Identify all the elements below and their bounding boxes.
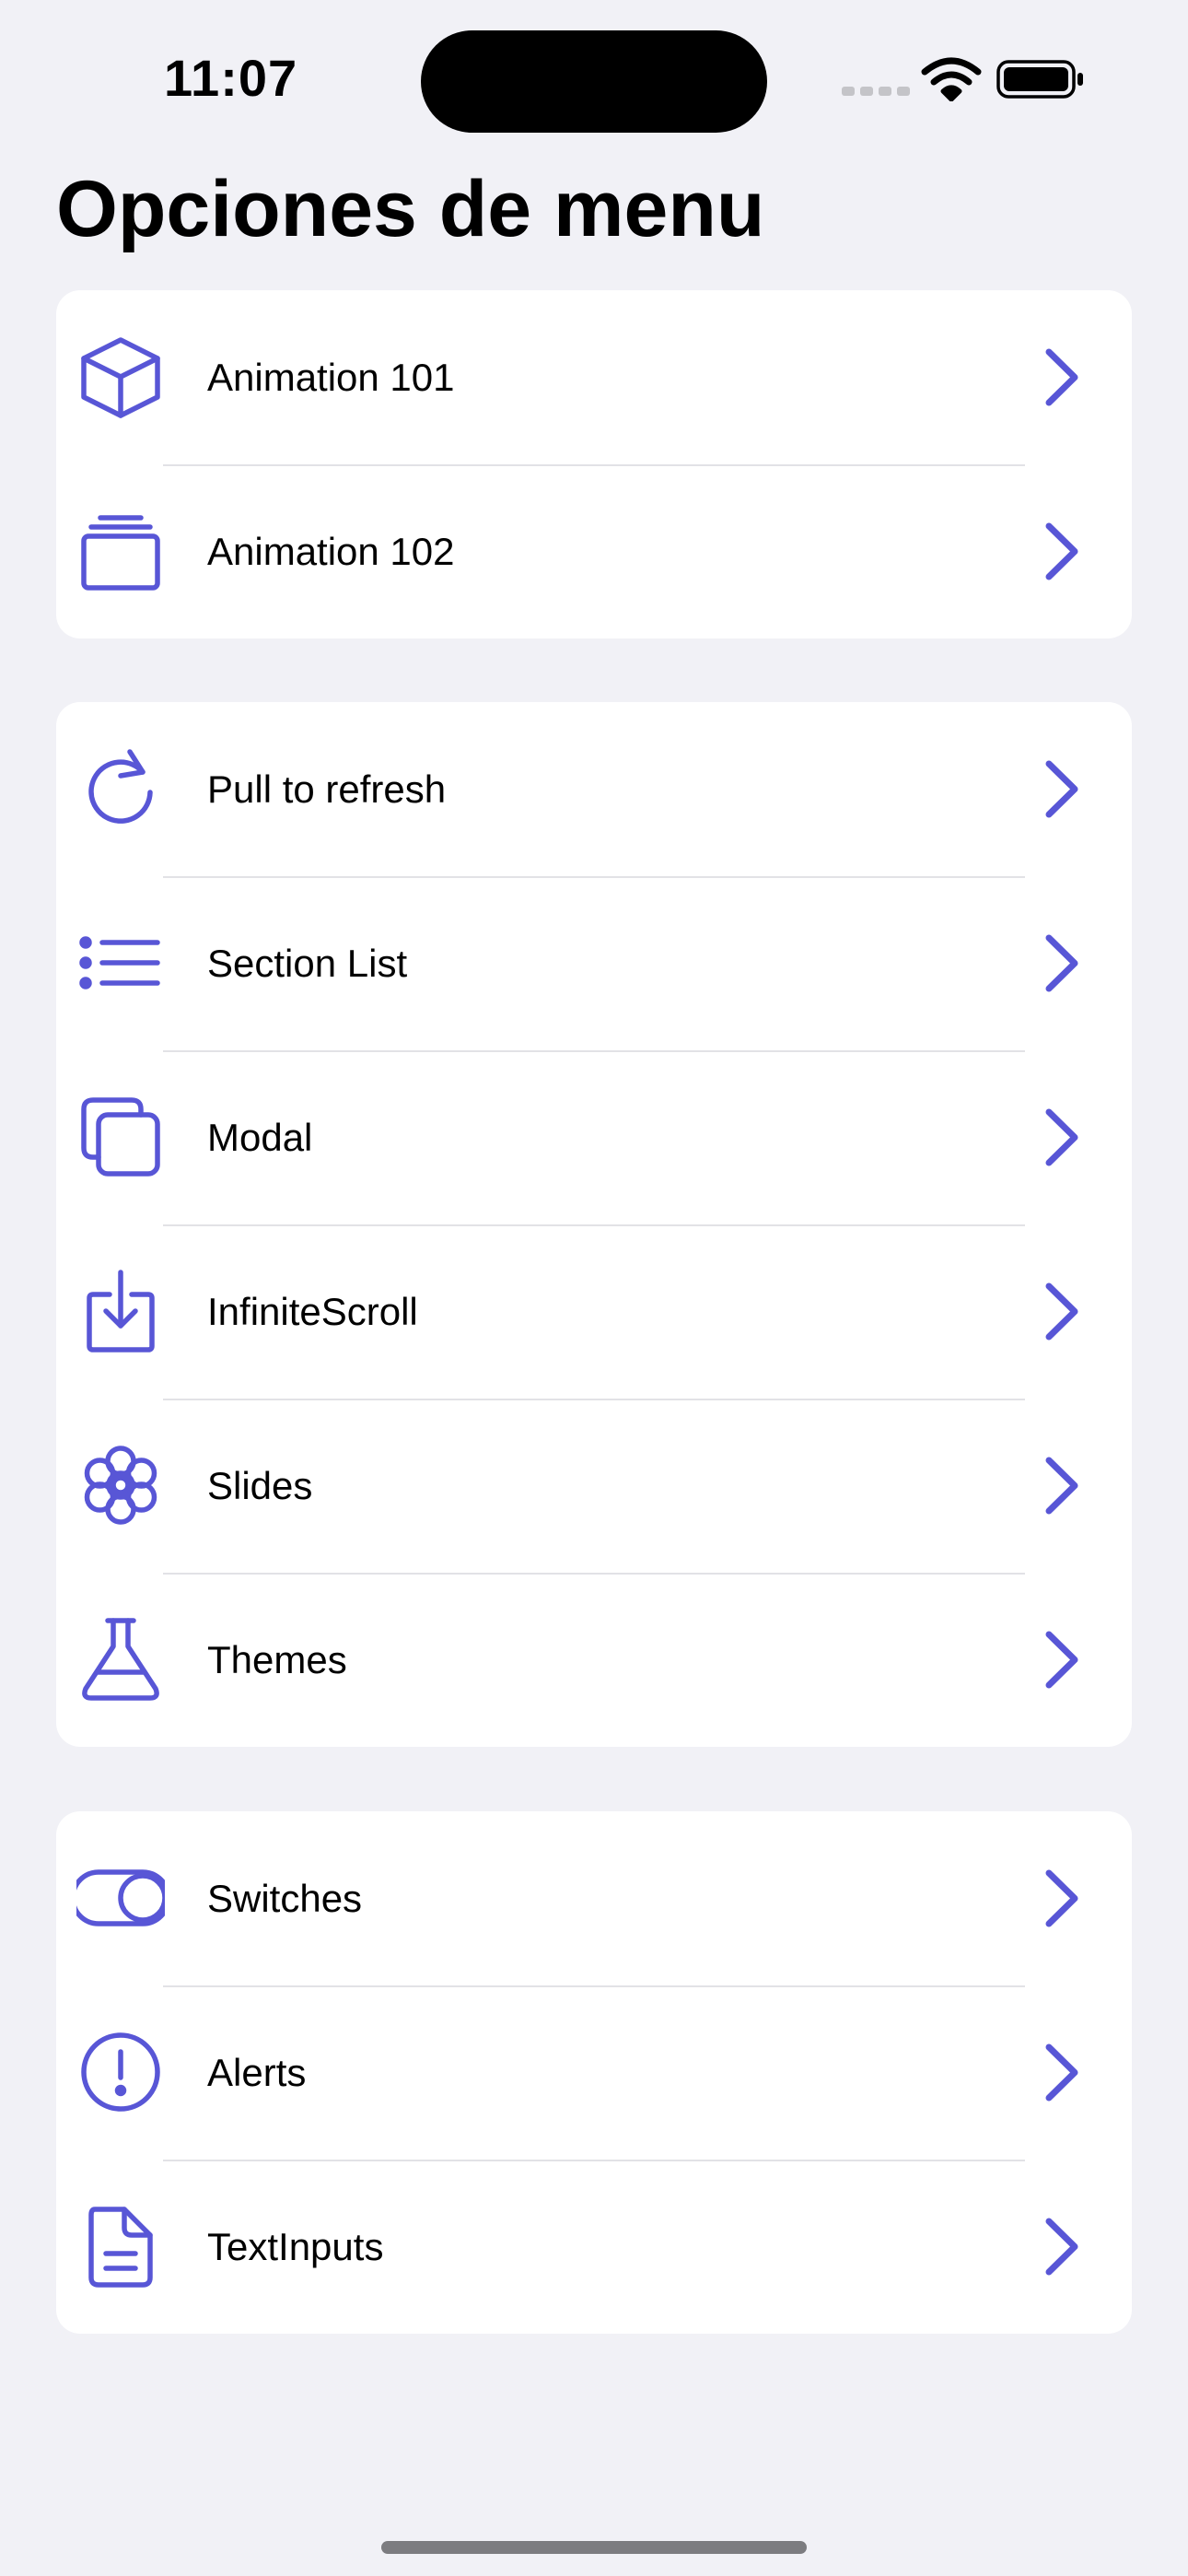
chevron-right-icon (1045, 2043, 1078, 2102)
menu-group-2: Pull to refresh Section List Modal Infin… (56, 702, 1132, 1747)
menu-item-modal[interactable]: Modal (56, 1050, 1132, 1224)
battery-icon (996, 60, 1083, 99)
copy-icon (76, 1093, 165, 1181)
albums-icon (76, 507, 165, 595)
chevron-right-icon (1045, 522, 1078, 580)
page-title: Opciones de menu (56, 165, 765, 253)
download-icon (76, 1267, 165, 1355)
menu-item-label: TextInputs (207, 2225, 384, 2268)
menu-item-section-list[interactable]: Section List (56, 876, 1132, 1050)
menu-item-label: Section List (207, 942, 408, 985)
menu-item-label: Modal (207, 1116, 313, 1159)
alert-circle-icon (76, 2028, 165, 2116)
menu-item-label: Slides (207, 1464, 313, 1507)
status-time: 11:07 (164, 49, 298, 107)
menu-item-label: Alerts (207, 2051, 307, 2094)
menu-item-alerts[interactable]: Alerts (56, 1985, 1132, 2160)
wifi-icon (921, 57, 982, 101)
flask-icon (76, 1615, 165, 1704)
menu-item-infinite-scroll[interactable]: InfiniteScroll (56, 1224, 1132, 1399)
menu-item-label: Pull to refresh (207, 767, 447, 811)
refresh-icon (76, 744, 165, 833)
menu-item-animation-102[interactable]: Animation 102 (56, 464, 1132, 638)
menu-group-3: Switches Alerts TextInputs (56, 1811, 1132, 2334)
menu-item-label: Themes (207, 1638, 347, 1681)
menu-group-1: Animation 101 Animation 102 (56, 290, 1132, 638)
chevron-right-icon (1045, 1108, 1078, 1166)
flower-icon (76, 1441, 165, 1529)
menu-item-pull-to-refresh[interactable]: Pull to refresh (56, 702, 1132, 876)
chevron-right-icon (1045, 934, 1078, 992)
list-icon (76, 919, 165, 1007)
menu-item-label: Animation 101 (207, 356, 455, 399)
toggle-icon (76, 1854, 165, 1942)
menu-item-label: Animation 102 (207, 530, 455, 573)
home-indicator[interactable] (381, 2541, 807, 2554)
menu-item-themes[interactable]: Themes (56, 1573, 1132, 1747)
menu-item-animation-101[interactable]: Animation 101 (56, 290, 1132, 464)
menu-item-text-inputs[interactable]: TextInputs (56, 2160, 1132, 2334)
cellular-signal-icon (842, 87, 910, 96)
menu-item-label: Switches (207, 1877, 363, 1920)
chevron-right-icon (1045, 2218, 1078, 2276)
status-bar: 11:07 (0, 0, 1188, 147)
chevron-right-icon (1045, 1631, 1078, 1689)
chevron-right-icon (1045, 1282, 1078, 1341)
menu-item-slides[interactable]: Slides (56, 1399, 1132, 1573)
chevron-right-icon (1045, 760, 1078, 818)
chevron-right-icon (1045, 1457, 1078, 1515)
dynamic-island (421, 30, 767, 133)
cube-icon (76, 333, 165, 421)
document-text-icon (76, 2202, 165, 2290)
menu-item-switches[interactable]: Switches (56, 1811, 1132, 1985)
chevron-right-icon (1045, 348, 1078, 406)
menu-item-label: InfiniteScroll (207, 1290, 418, 1333)
chevron-right-icon (1045, 1869, 1078, 1927)
